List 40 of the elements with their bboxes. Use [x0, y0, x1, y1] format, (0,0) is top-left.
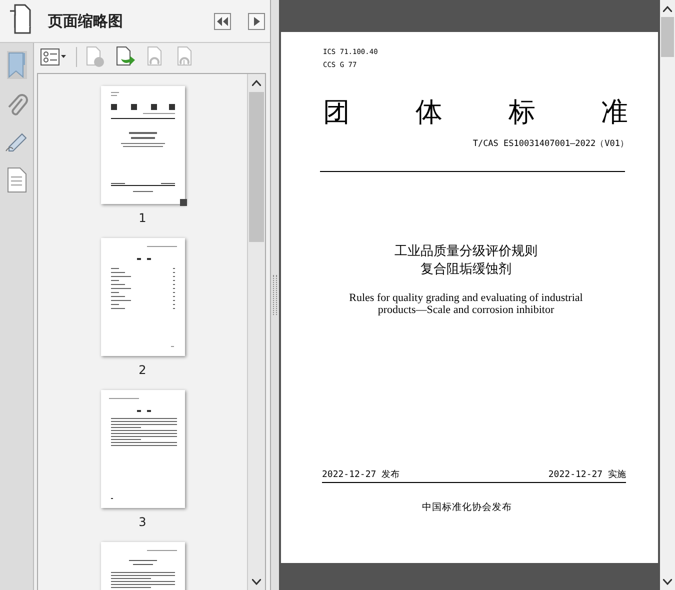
page-thumbnail[interactable]	[100, 238, 184, 356]
page-number: 1	[138, 211, 146, 225]
scroll-down-icon[interactable]	[663, 578, 672, 584]
view-area-handle[interactable]	[180, 199, 186, 206]
splitter-handle[interactable]	[271, 0, 279, 590]
page-thumbnail[interactable]	[100, 390, 184, 508]
pen-icon[interactable]	[4, 131, 28, 153]
scroll-up-icon[interactable]	[663, 6, 672, 12]
heading-character: 准	[600, 96, 628, 130]
pages-icon	[8, 4, 34, 34]
english-title: Rules for quality grading and evaluating of industrial products—Scale and corrosion inhibitor	[348, 292, 584, 316]
scrollbar[interactable]	[247, 74, 265, 590]
effective-date: 2022-12-27 实施	[548, 468, 626, 481]
publisher: 中国标准化协会发布	[422, 501, 512, 514]
scroll-thumb[interactable]	[249, 92, 264, 242]
page-number: 2	[138, 363, 146, 377]
expand-panel-button[interactable]	[248, 12, 265, 30]
insert-page-button[interactable]	[115, 46, 137, 68]
page-number: 3	[138, 515, 146, 529]
page-thumbnail[interactable]	[100, 86, 184, 204]
heading-character: 体	[416, 96, 443, 130]
issue-date: 2022-12-27 发布	[322, 468, 400, 481]
heading-character: 团	[323, 96, 350, 130]
chinese-title: 复合阻垢缓蚀剂	[420, 261, 512, 278]
scroll-down-icon[interactable]	[252, 578, 261, 584]
paperclip-icon[interactable]	[6, 93, 28, 117]
standard-number: T/CAS ES10031407001—2022（V01）	[472, 138, 629, 150]
page-preview-drawing	[110, 550, 176, 588]
heading-character: 标	[508, 96, 536, 130]
scrollbar[interactable]	[660, 0, 675, 590]
double-left-arrow-icon	[217, 16, 228, 26]
right-arrow-icon	[254, 16, 260, 26]
collapse-panel-button[interactable]	[214, 12, 231, 30]
scroll-up-icon[interactable]	[252, 80, 261, 86]
document-icon[interactable]	[6, 167, 26, 193]
panel-title: 页面缩略图	[48, 12, 124, 30]
options-menu-button[interactable]	[40, 48, 68, 66]
chinese-title: 工业品质量分级评价规则	[394, 243, 538, 260]
bookmark-icon[interactable]	[6, 51, 26, 79]
scroll-thumb[interactable]	[661, 17, 674, 57]
